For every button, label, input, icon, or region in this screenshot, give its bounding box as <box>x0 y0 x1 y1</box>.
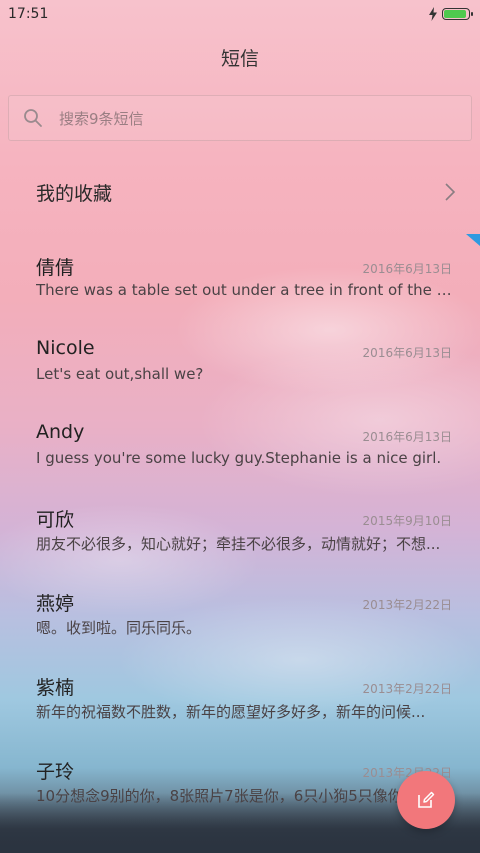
conversation-item[interactable]: 倩倩 2016年6月13日 There was a table set out … <box>0 250 480 334</box>
contact-name: Andy <box>36 421 85 443</box>
contact-name: 倩倩 <box>36 257 75 279</box>
contact-name: 紫楠 <box>36 677 75 699</box>
contact-name: 可欣 <box>36 509 75 531</box>
battery-icon <box>442 8 473 20</box>
message-date: 2013年2月22日 <box>362 682 452 696</box>
message-date: 2016年6月13日 <box>362 430 452 444</box>
message-preview: 朋友不必很多，知心就好；牵挂不必很多，动情就好；不想... <box>36 535 441 553</box>
favorites-label: 我的收藏 <box>36 182 113 205</box>
compose-icon <box>418 791 435 808</box>
status-time: 17:51 <box>8 6 49 22</box>
message-preview: 新年的祝福数不胜数，新年的愿望好多好多，新年的问候... <box>36 703 426 721</box>
message-preview: 10分想念9别的你，8张照片7张是你，6只小狗5只像你... <box>36 787 418 805</box>
charging-icon <box>429 7 437 21</box>
conversation-list: 倩倩 2016年6月13日 There was a table set out … <box>0 250 480 838</box>
chevron-right-icon <box>445 183 456 201</box>
search-icon <box>24 109 42 127</box>
contact-name: Nicole <box>36 337 95 359</box>
conversation-item[interactable]: Andy 2016年6月13日 I guess you're some luck… <box>0 418 480 502</box>
message-preview: I guess you're some lucky guy.Stephanie … <box>36 449 442 467</box>
battery-level <box>444 10 466 18</box>
status-indicators <box>428 7 473 21</box>
conversation-item[interactable]: 紫楠 2013年2月22日 新年的祝福数不胜数，新年的愿望好多好多，新年的问候.… <box>0 670 480 754</box>
message-date: 2016年6月13日 <box>362 346 452 360</box>
contact-name: 燕婷 <box>36 593 75 615</box>
messages-screen: 17:51 短信 搜索9条短信 我的收藏 倩倩 2016年6月13日 There… <box>0 0 480 853</box>
conversation-item[interactable]: 燕婷 2013年2月22日 嗯。收到啦。同乐同乐。 <box>0 586 480 670</box>
message-preview: 嗯。收到啦。同乐同乐。 <box>36 619 202 637</box>
message-date: 2015年9月10日 <box>362 514 452 528</box>
status-bar: 17:51 <box>0 0 480 28</box>
favorites-row[interactable]: 我的收藏 <box>0 168 480 216</box>
message-preview: There was a table set out under a tree i… <box>36 281 452 299</box>
conversation-item[interactable]: Nicole 2016年6月13日 Let's eat out,shall we… <box>0 334 480 418</box>
search-placeholder: 搜索9条短信 <box>59 109 144 128</box>
page-title: 短信 <box>220 48 259 70</box>
contact-name: 子玲 <box>36 761 75 783</box>
message-preview: Let's eat out,shall we? <box>36 365 204 383</box>
conversation-item[interactable]: 可欣 2015年9月10日 朋友不必很多，知心就好；牵挂不必很多，动情就好；不想… <box>0 502 480 586</box>
message-date: 2016年6月13日 <box>362 262 452 276</box>
compose-button[interactable] <box>397 771 455 829</box>
corner-marker <box>466 234 480 246</box>
search-input[interactable]: 搜索9条短信 <box>8 95 472 141</box>
message-date: 2013年2月22日 <box>362 598 452 612</box>
